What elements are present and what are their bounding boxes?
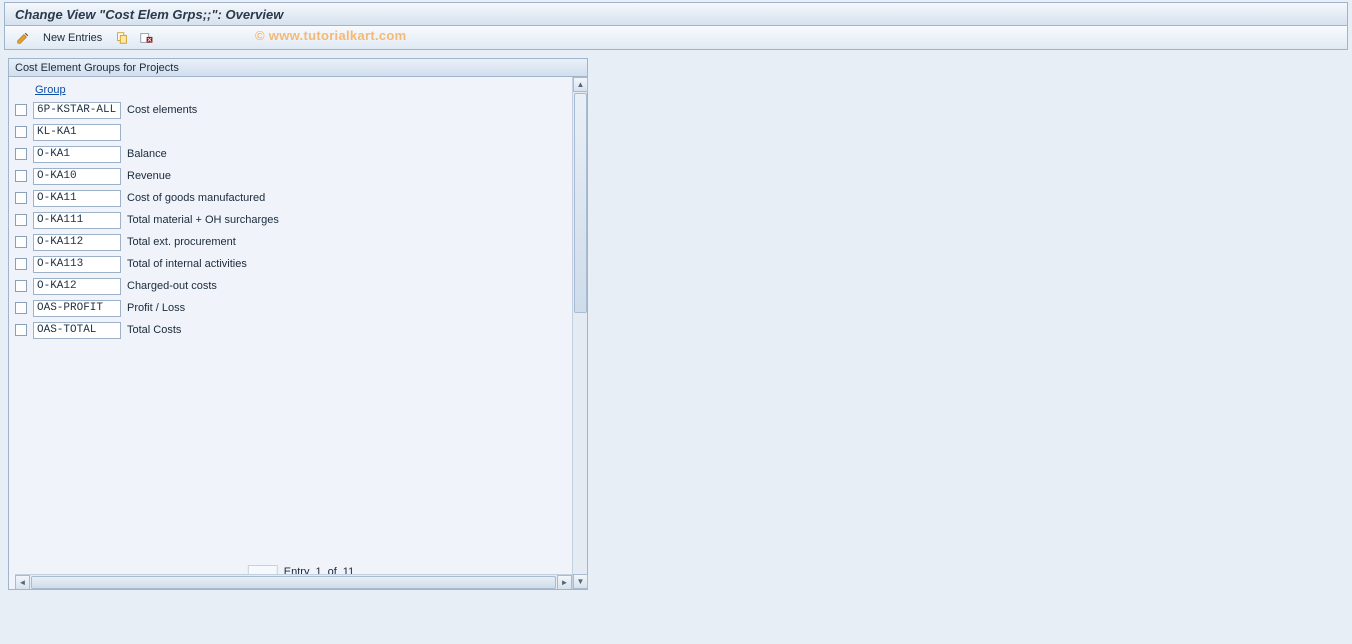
row-checkbox[interactable]: [15, 192, 27, 204]
row-checkbox[interactable]: [15, 126, 27, 138]
group-desc: Revenue: [125, 170, 587, 182]
page-title: Change View "Cost Elem Grps;;": Overview: [15, 7, 283, 22]
group-desc: Cost of goods manufactured: [125, 192, 587, 204]
title-bar: Change View "Cost Elem Grps;;": Overview: [4, 2, 1348, 26]
group-desc: Balance: [125, 148, 587, 160]
group-code-field[interactable]: OAS-PROFIT: [33, 300, 121, 317]
v-scroll-thumb[interactable]: [574, 93, 587, 313]
row-checkbox[interactable]: [15, 236, 27, 248]
row-checkbox[interactable]: [15, 214, 27, 226]
new-entries-button[interactable]: New Entries: [39, 32, 106, 44]
table-row[interactable]: O-KA111 Total material + OH surcharges: [15, 209, 587, 231]
scroll-up-icon[interactable]: ▲: [573, 77, 588, 92]
horizontal-scrollbar[interactable]: ◄ ►: [15, 574, 572, 589]
scroll-right-icon[interactable]: ►: [557, 575, 572, 589]
group-code-field[interactable]: 6P-KSTAR-ALL: [33, 102, 121, 119]
grid-body: 6P-KSTAR-ALL Cost elements KL-KA1 O-KA1 Bala…: [15, 99, 587, 589]
table-row[interactable]: O-KA11 Cost of goods manufactured: [15, 187, 587, 209]
group-code-field[interactable]: O-KA111: [33, 212, 121, 229]
cost-element-groups-panel: Cost Element Groups for Projects Group 6…: [8, 58, 588, 590]
row-checkbox[interactable]: [15, 258, 27, 270]
group-code-field[interactable]: O-KA11: [33, 190, 121, 207]
table-row[interactable]: O-KA12 Charged-out costs: [15, 275, 587, 297]
column-header-group[interactable]: Group: [33, 84, 121, 96]
group-desc: Charged-out costs: [125, 280, 587, 292]
group-desc: Total material + OH surcharges: [125, 214, 587, 226]
row-checkbox[interactable]: [15, 302, 27, 314]
table-row[interactable]: OAS-PROFIT Profit / Loss: [15, 297, 587, 319]
copy-icon[interactable]: [114, 30, 130, 46]
row-checkbox[interactable]: [15, 104, 27, 116]
table-row[interactable]: OAS-TOTAL Total Costs: [15, 319, 587, 341]
group-code-field[interactable]: OAS-TOTAL: [33, 322, 121, 339]
table-row[interactable]: O-KA10 Revenue: [15, 165, 587, 187]
panel-header: Cost Element Groups for Projects: [9, 59, 587, 77]
table-row[interactable]: KL-KA1: [15, 121, 587, 143]
group-code-field[interactable]: O-KA1: [33, 146, 121, 163]
vertical-scrollbar[interactable]: ▲ ▼: [572, 77, 587, 589]
group-code-field[interactable]: KL-KA1: [33, 124, 121, 141]
table-row[interactable]: O-KA113 Total of internal activities: [15, 253, 587, 275]
group-code-field[interactable]: O-KA112: [33, 234, 121, 251]
scroll-down-icon[interactable]: ▼: [573, 574, 588, 589]
group-desc: Total Costs: [125, 324, 587, 336]
edit-pencil-icon[interactable]: [15, 30, 31, 46]
group-code-field[interactable]: O-KA113: [33, 256, 121, 273]
grid-header-row: Group: [15, 81, 587, 99]
group-desc: Cost elements: [125, 104, 587, 116]
grid: Group 6P-KSTAR-ALL Cost elements KL-KA1 O-K…: [9, 77, 587, 589]
row-checkbox[interactable]: [15, 148, 27, 160]
group-desc: Total of internal activities: [125, 258, 587, 270]
toolbar: New Entries © www.tutorialkart.com: [4, 26, 1348, 50]
content-area: Cost Element Groups for Projects Group 6…: [8, 58, 1344, 590]
h-scroll-thumb[interactable]: [31, 576, 556, 589]
row-checkbox[interactable]: [15, 280, 27, 292]
group-code-field[interactable]: O-KA10: [33, 168, 121, 185]
row-checkbox[interactable]: [15, 324, 27, 336]
group-desc: Total ext. procurement: [125, 236, 587, 248]
table-row[interactable]: 6P-KSTAR-ALL Cost elements: [15, 99, 587, 121]
scroll-left-icon[interactable]: ◄: [15, 575, 30, 589]
group-code-field[interactable]: O-KA12: [33, 278, 121, 295]
watermark-text: © www.tutorialkart.com: [255, 28, 407, 43]
table-row[interactable]: O-KA1 Balance: [15, 143, 587, 165]
row-checkbox[interactable]: [15, 170, 27, 182]
table-row[interactable]: O-KA112 Total ext. procurement: [15, 231, 587, 253]
delete-icon[interactable]: [138, 30, 154, 46]
group-desc: Profit / Loss: [125, 302, 587, 314]
